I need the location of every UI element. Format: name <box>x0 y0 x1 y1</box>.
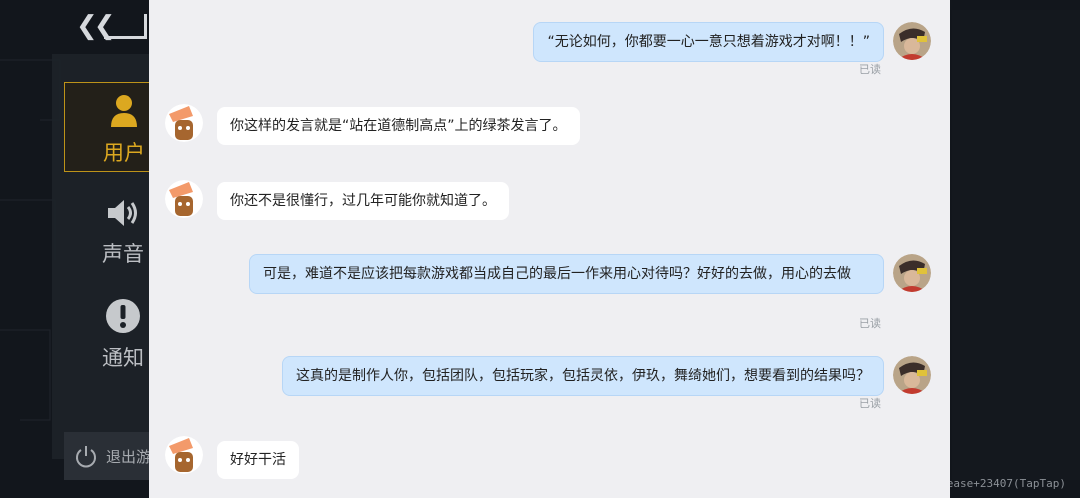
back-button[interactable]: ❮❮ <box>76 10 147 42</box>
npc-avatar <box>165 436 203 474</box>
player-avatar-image <box>893 22 931 60</box>
speaker-icon <box>108 200 137 226</box>
power-icon <box>76 446 96 468</box>
npc-avatar-image <box>165 436 203 474</box>
sidebar-item-label: 声音 <box>102 242 144 266</box>
sidebar-item-notification[interactable]: 通知 <box>64 286 152 374</box>
read-receipt: 已读 <box>859 397 881 410</box>
npc-avatar-image <box>165 104 203 142</box>
user-icon <box>111 95 137 127</box>
player-avatar <box>893 356 931 394</box>
settings-sidebar: 用户 声音 通知 <box>52 54 154 459</box>
incoming-message-bubble: 好好干活 <box>217 441 299 479</box>
sidebar-item-sound[interactable]: 声音 <box>64 186 152 274</box>
settings-right-panel <box>952 10 1080 480</box>
version-label: lease+23407(TapTap) <box>940 477 1066 490</box>
read-receipt: 已读 <box>859 317 881 330</box>
player-avatar-image <box>893 254 931 292</box>
read-receipt: 已读 <box>859 63 881 76</box>
sidebar-item-user[interactable]: 用户 <box>64 82 154 172</box>
player-avatar <box>893 22 931 60</box>
npc-avatar <box>165 180 203 218</box>
npc-avatar-image <box>165 180 203 218</box>
outgoing-message-bubble: 可是，难道不是应该把每款游戏都当成自己的最后一作来用心对待吗？好好的去做，用心的… <box>249 254 884 294</box>
outgoing-message-bubble: 这真的是制作人你，包括团队，包括玩家，包括灵依，伊玖，舞绮她们，想要看到的结果吗… <box>282 356 884 396</box>
player-avatar-image <box>893 356 931 394</box>
incoming-message-bubble: 你还不是很懂行，过几年可能你就知道了。 <box>217 182 509 220</box>
npc-avatar <box>165 104 203 142</box>
outgoing-message-bubble: “无论如何，你都要一心一意只想着游戏才对啊！！” <box>533 22 884 62</box>
incoming-message-bubble: 你这样的发言就是“站在道德制高点”上的绿茶发言了。 <box>217 107 580 145</box>
chat-panel[interactable]: “无论如何，你都要一心一意只想着游戏才对啊！！” 已读 你这样的发言就是“站在道… <box>149 0 950 498</box>
sidebar-item-label: 用户 <box>103 141 145 165</box>
player-avatar <box>893 254 931 292</box>
exit-game-button[interactable]: 退出游 <box>64 432 152 480</box>
sidebar-item-label: 通知 <box>102 346 144 370</box>
alert-icon <box>106 299 140 333</box>
